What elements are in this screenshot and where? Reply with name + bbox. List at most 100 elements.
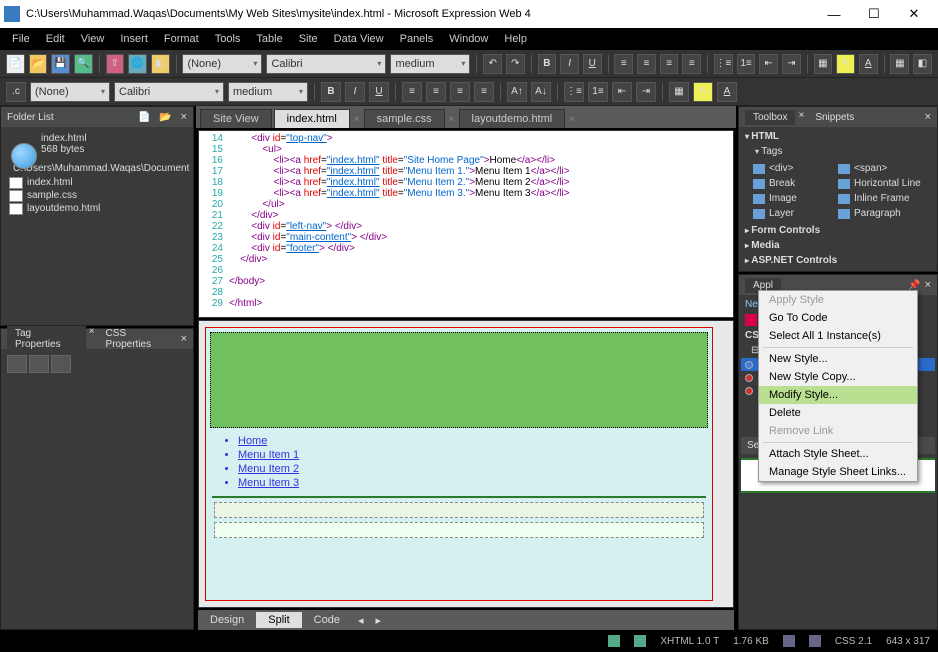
toolbox-subcat-tags[interactable]: Tags xyxy=(741,144,935,159)
decrease-font-button[interactable]: A↓ xyxy=(531,82,551,102)
increase-font-button[interactable]: A↑ xyxy=(507,82,527,102)
code-line[interactable]: 14 <div id="top-nav"> xyxy=(199,133,733,144)
size-select-1[interactable]: medium▾ xyxy=(390,54,470,74)
bold-button-2[interactable]: B xyxy=(321,82,341,102)
menu-help[interactable]: Help xyxy=(496,30,535,48)
tab-close-icon[interactable]: × xyxy=(447,111,457,128)
underline-button-1[interactable]: U xyxy=(583,54,602,74)
code-line[interactable]: 25 </div> xyxy=(199,254,733,265)
minimize-button[interactable]: — xyxy=(814,2,854,26)
font-color-button[interactable]: A xyxy=(859,54,878,74)
publish-button[interactable]: ⇧ xyxy=(106,54,125,74)
size-select-2[interactable]: medium▾ xyxy=(228,82,308,102)
view-tab-design[interactable]: Design xyxy=(198,612,256,628)
compat-icon[interactable] xyxy=(634,635,646,647)
view-tab-split[interactable]: Split xyxy=(256,612,301,628)
italic-button-1[interactable]: I xyxy=(560,54,579,74)
italic-button-2[interactable]: I xyxy=(345,82,365,102)
outdent-button-2[interactable]: ⇤ xyxy=(612,82,632,102)
toolbox-item-span[interactable]: <span> xyxy=(838,161,923,176)
font-select-1[interactable]: Calibri▾ xyxy=(266,54,386,74)
toolbox-cat-html[interactable]: HTML xyxy=(741,129,935,144)
file-item[interactable]: index.html xyxy=(5,176,189,189)
toolbox-cat-aspnet[interactable]: ASP.NET Controls xyxy=(741,253,935,268)
highlight-color-button-2[interactable]: ✎ xyxy=(693,82,713,102)
code-view[interactable]: 14 <div id="top-nav">15 <ul>16 <li><a hr… xyxy=(198,130,734,318)
toolbox-cat-form[interactable]: Form Controls xyxy=(741,223,935,238)
view-tab-code[interactable]: Code xyxy=(302,612,352,628)
code-line[interactable]: 19 <li><a href="index.html" title="Menu … xyxy=(199,188,733,199)
menu-item-manage-style-sheet-links[interactable]: Manage Style Sheet Links... xyxy=(759,463,917,481)
code-line[interactable]: 26 xyxy=(199,265,733,276)
bullets-button[interactable]: ⋮≡ xyxy=(714,54,733,74)
code-line[interactable]: 15 <ul> xyxy=(199,144,733,155)
code-line[interactable]: 17 <li><a href="index.html" title="Menu … xyxy=(199,166,733,177)
menu-data-view[interactable]: Data View xyxy=(326,30,392,48)
new-page-icon[interactable]: 📂 xyxy=(159,112,171,123)
panel-close-button[interactable]: × xyxy=(181,111,187,123)
font-color-button-2[interactable]: A xyxy=(717,82,737,102)
menu-edit[interactable]: Edit xyxy=(38,30,73,48)
toolbox-item-image[interactable]: Image xyxy=(753,191,838,206)
design-canvas[interactable]: HomeMenu Item 1Menu Item 2Menu Item 3 xyxy=(205,327,713,601)
close-button[interactable]: ✕ xyxy=(894,2,934,26)
panel-close-button[interactable]: × xyxy=(925,279,931,291)
doc-tab-sample-css[interactable]: sample.css xyxy=(364,109,445,128)
highlight-color-button[interactable]: ✎ xyxy=(836,54,855,74)
toolbox-cat-media[interactable]: Media xyxy=(741,238,935,253)
toolbox-item-hr[interactable]: Horizontal Line xyxy=(838,176,923,191)
toolbox-item-iframe[interactable]: Inline Frame xyxy=(838,191,923,206)
bullets-button-2[interactable]: ⋮≡ xyxy=(564,82,584,102)
toolbox-item-layer[interactable]: Layer xyxy=(753,206,838,221)
preview-browser-button[interactable]: 🌐 xyxy=(128,54,147,74)
sort-alpha-button[interactable] xyxy=(7,355,27,373)
toolbox-item-para[interactable]: Paragraph xyxy=(838,206,923,221)
menu-item-new-style[interactable]: New Style... xyxy=(759,350,917,368)
code-line[interactable]: 20 </ul> xyxy=(199,199,733,210)
style-select-2[interactable]: (None)▾ xyxy=(30,82,110,102)
doc-tab-index-html[interactable]: index.html xyxy=(274,109,350,128)
redo-button[interactable]: ↷ xyxy=(506,54,525,74)
nav-link[interactable]: Menu Item 1 xyxy=(238,448,694,462)
code-line[interactable]: 28 xyxy=(199,287,733,298)
save-button[interactable]: 💾 xyxy=(51,54,70,74)
view-nav-arrows[interactable]: ◂▸ xyxy=(352,614,387,627)
menu-item-select-all-instance-s[interactable]: Select All 1 Instance(s) xyxy=(759,327,917,345)
dimensions-status[interactable]: 643 x 317 xyxy=(886,636,930,647)
file-item[interactable]: sample.css xyxy=(5,189,189,202)
style-select-1[interactable]: (None)▾ xyxy=(182,54,262,74)
class-button[interactable]: .c xyxy=(6,82,26,102)
menu-item-new-style-copy[interactable]: New Style Copy... xyxy=(759,368,917,386)
snippets-tab[interactable]: Snippets xyxy=(807,110,862,125)
borders-button-2[interactable]: ▦ xyxy=(669,82,689,102)
code-line[interactable]: 23 <div id="main-content"> </div> xyxy=(199,232,733,243)
doctype-status[interactable]: XHTML 1.0 T xyxy=(660,636,719,647)
left-nav-placeholder[interactable] xyxy=(214,502,704,518)
bold-button-1[interactable]: B xyxy=(538,54,557,74)
align-right-button[interactable]: ≡ xyxy=(660,54,679,74)
menu-format[interactable]: Format xyxy=(156,30,207,48)
menu-site[interactable]: Site xyxy=(291,30,326,48)
menu-insert[interactable]: Insert xyxy=(112,30,156,48)
tab-close-icon[interactable]: × xyxy=(352,111,362,128)
header-region[interactable] xyxy=(210,332,708,428)
align-left-button-2[interactable]: ≡ xyxy=(402,82,422,102)
outdent-button[interactable]: ⇤ xyxy=(759,54,778,74)
show-set-button[interactable] xyxy=(51,355,71,373)
menu-panels[interactable]: Panels xyxy=(392,30,442,48)
menu-tools[interactable]: Tools xyxy=(207,30,249,48)
menu-table[interactable]: Table xyxy=(248,30,290,48)
menu-window[interactable]: Window xyxy=(441,30,496,48)
design-view[interactable]: HomeMenu Item 1Menu Item 2Menu Item 3 xyxy=(198,320,734,608)
font-select-2[interactable]: Calibri▾ xyxy=(114,82,224,102)
borders-button[interactable]: ▦ xyxy=(814,54,833,74)
align-center-button[interactable]: ≡ xyxy=(637,54,656,74)
schema-icon[interactable] xyxy=(809,635,821,647)
doc-tab-site-view[interactable]: Site View xyxy=(200,109,272,128)
insert-table-button[interactable]: ▦ xyxy=(890,54,909,74)
code-line[interactable]: 16 <li><a href="index.html" title="Site … xyxy=(199,155,733,166)
tab-close-icon[interactable]: × xyxy=(567,111,577,128)
show-layer-button[interactable]: ◧ xyxy=(913,54,932,74)
nav-link[interactable]: Home xyxy=(238,434,694,448)
toolbox-tab[interactable]: Toolbox xyxy=(745,110,795,125)
